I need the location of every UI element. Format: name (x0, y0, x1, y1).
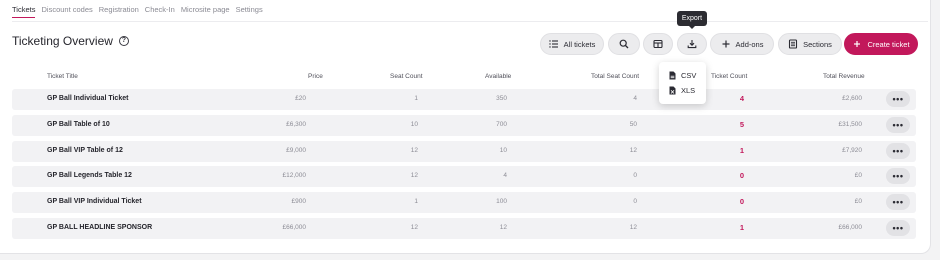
row-actions-button[interactable]: ••• (886, 194, 910, 210)
cell-seat-count: 12 (410, 147, 418, 154)
cell-available: 10 (499, 147, 507, 154)
export-tooltip: Export (677, 11, 707, 29)
cell-ticket-count: 1 (739, 146, 744, 155)
cell-total-revenue: £0 (854, 172, 862, 179)
tab-check-in[interactable]: Check-In (145, 5, 175, 18)
create-ticket-button[interactable]: Create ticket (844, 33, 918, 55)
cell-ticket-title: GP Ball Legends Table 12 (47, 172, 132, 179)
cell-total-revenue: £7,920 (842, 147, 862, 154)
cell-price: £20 (295, 95, 306, 102)
cell-ticket-title: GP BALL HEADLINE SPONSOR (47, 224, 153, 231)
cell-total-revenue: £0 (854, 198, 862, 205)
all-tickets-label: All tickets (563, 39, 596, 49)
row-actions-button[interactable]: ••• (886, 117, 910, 133)
column-header-available[interactable]: Available (485, 73, 511, 80)
cell-price: £6,300 (286, 121, 306, 128)
export-xls-label: XLS (681, 86, 696, 95)
column-header-total-revenue[interactable]: Total Revenue (823, 73, 865, 80)
tab-registration[interactable]: Registration (99, 5, 139, 18)
export-button[interactable] (677, 33, 707, 55)
cell-price: £9,000 (286, 147, 306, 154)
tab-discount-codes[interactable]: Discount codes (41, 5, 92, 18)
column-header-seat-count[interactable]: Seat Count (390, 73, 423, 80)
list-icon (548, 40, 558, 48)
table-row[interactable]: GP Ball VIP Table of 12 £9,000 12 10 12 1 £7,9… (12, 141, 916, 162)
table-row[interactable]: GP Ball Individual Ticket £20 1 350 4 4 £2,600… (12, 89, 916, 110)
download-icon (687, 40, 697, 49)
tab-bar: Tickets Discount codes Registration Chec… (12, 5, 263, 18)
column-header-price[interactable]: Price (308, 73, 323, 80)
table-row[interactable]: GP Ball Table of 10 £6,300 10 700 50 5 £31,500… (12, 115, 916, 136)
cell-total-seat-count: 4 (633, 95, 637, 102)
export-menu: CSV XLS (659, 62, 706, 104)
column-header-total-seat-count[interactable]: Total Seat Count (591, 73, 639, 80)
column-header-ticket-title[interactable]: Ticket Title (47, 73, 78, 80)
page-title: Ticketing Overview (12, 34, 113, 48)
cell-total-revenue: £66,000 (838, 224, 863, 231)
cell-seat-count: 12 (410, 224, 418, 231)
cell-total-revenue: £31,500 (838, 121, 863, 128)
export-csv-label: CSV (681, 71, 697, 80)
search-button[interactable] (608, 33, 640, 55)
tab-microsite-page[interactable]: Microsite page (181, 5, 230, 18)
cell-ticket-count: 0 (739, 197, 744, 206)
cell-ticket-count: 5 (739, 120, 744, 129)
sections-button[interactable]: Sections (778, 33, 842, 55)
create-ticket-label: Create ticket (867, 39, 910, 49)
cell-price: £900 (291, 198, 306, 205)
ticketing-panel: Tickets Discount codes Registration Chec… (0, 0, 931, 254)
plus-icon (854, 41, 861, 47)
row-actions-button[interactable]: ••• (886, 168, 910, 184)
cell-price: £12,000 (282, 172, 307, 179)
sections-icon (789, 39, 798, 49)
cell-seat-count: 1 (414, 198, 418, 205)
export-csv-option[interactable]: CSV (659, 68, 706, 83)
search-icon (619, 39, 629, 49)
cell-total-revenue: £2,600 (842, 95, 862, 102)
file-csv-icon (669, 71, 676, 80)
columns-button[interactable] (643, 33, 673, 55)
all-tickets-button[interactable]: All tickets (540, 33, 604, 55)
cell-ticket-count: 0 (739, 171, 744, 180)
cell-ticket-count: 1 (739, 223, 744, 232)
cell-ticket-title: GP Ball Table of 10 (47, 121, 110, 128)
cell-total-seat-count: 0 (633, 172, 637, 179)
cell-price: £66,000 (282, 224, 307, 231)
cell-available: 700 (496, 121, 507, 128)
export-xls-option[interactable]: XLS (659, 83, 706, 98)
cell-total-seat-count: 12 (629, 147, 637, 154)
table-row[interactable]: GP Ball VIP Individual Ticket £900 1 100 0 0 £… (12, 192, 916, 213)
file-xls-icon (669, 86, 676, 95)
cell-ticket-title: GP Ball VIP Individual Ticket (47, 198, 142, 205)
cell-ticket-title: GP Ball VIP Table of 12 (47, 147, 123, 154)
table-row[interactable]: GP Ball Legends Table 12 £12,000 12 4 0 0 £0 ••… (12, 166, 916, 187)
tab-settings[interactable]: Settings (236, 5, 263, 18)
cell-total-seat-count: 12 (629, 224, 637, 231)
cell-total-seat-count: 50 (629, 121, 637, 128)
cell-available: 4 (503, 172, 507, 179)
row-actions-button[interactable]: ••• (886, 143, 910, 159)
row-actions-button[interactable]: ••• (886, 220, 910, 236)
cell-seat-count: 12 (410, 172, 418, 179)
tab-divider (12, 21, 928, 22)
cell-seat-count: 10 (410, 121, 418, 128)
plus-circle-icon (722, 40, 730, 48)
addons-label: Add-ons (735, 39, 764, 49)
columns-icon (653, 39, 663, 49)
cell-available: 350 (496, 95, 507, 102)
cell-available: 12 (499, 224, 507, 231)
help-icon[interactable]: ? (118, 36, 129, 46)
cell-available: 100 (496, 198, 507, 205)
page-header: Ticketing Overview ? (12, 34, 129, 48)
cell-seat-count: 1 (414, 95, 418, 102)
column-header-ticket-count[interactable]: Ticket Count (711, 73, 747, 80)
tab-tickets[interactable]: Tickets (12, 5, 36, 18)
sections-label: Sections (803, 39, 832, 49)
row-actions-button[interactable]: ••• (886, 91, 910, 107)
table-row[interactable]: GP BALL HEADLINE SPONSOR £66,000 12 12 12 1 £6… (12, 218, 916, 239)
cell-total-seat-count: 0 (633, 198, 637, 205)
cell-ticket-count: 4 (739, 94, 744, 103)
addons-button[interactable]: Add-ons (710, 33, 774, 55)
cell-ticket-title: GP Ball Individual Ticket (47, 95, 129, 102)
